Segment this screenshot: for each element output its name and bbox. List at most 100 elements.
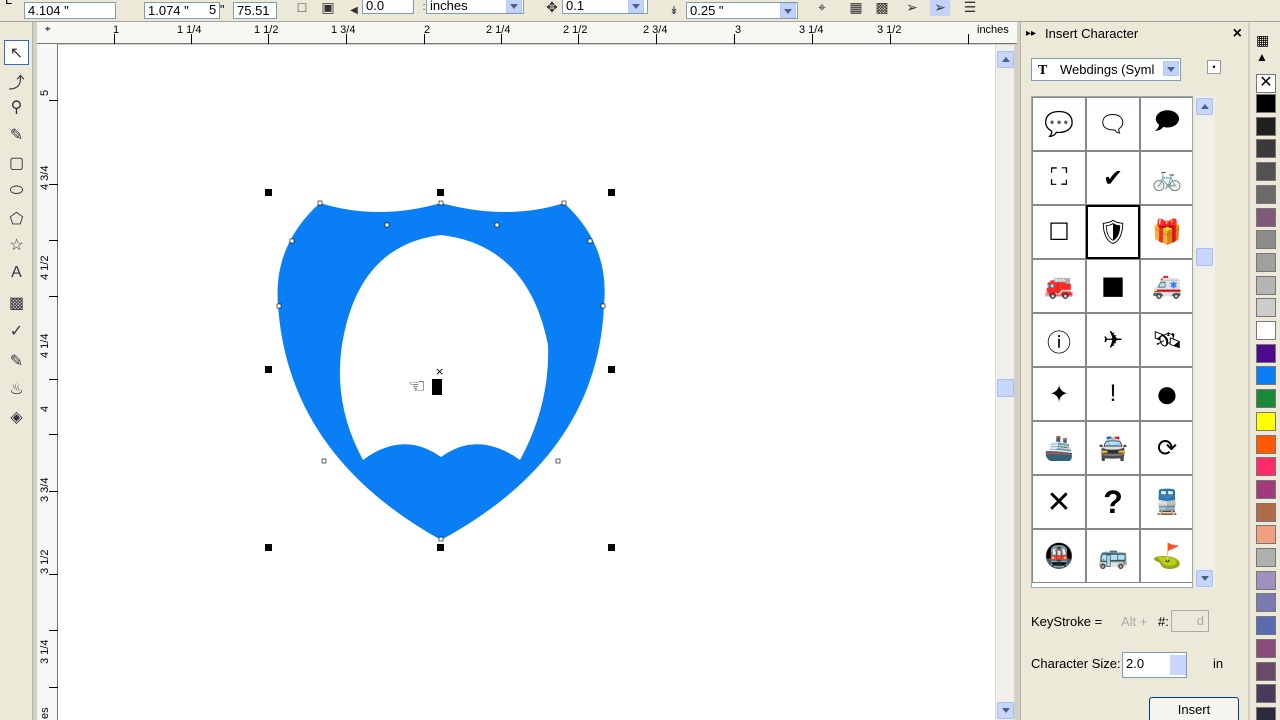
grid-scroll-up-icon[interactable] — [1196, 98, 1213, 115]
color-swatch[interactable] — [1256, 638, 1276, 658]
color-swatch[interactable] — [1256, 139, 1276, 159]
speech-bubble-icon[interactable]: 💬 — [1032, 97, 1086, 151]
color-swatch[interactable] — [1256, 548, 1276, 567]
no-fill-icon[interactable]: ✕ — [1256, 74, 1276, 93]
satellite-icon[interactable]: 🛰 — [1140, 313, 1192, 367]
star-tool-icon[interactable]: ☆ — [4, 232, 29, 257]
color-swatch[interactable] — [1256, 116, 1276, 136]
color-swatch[interactable] — [1256, 94, 1276, 113]
freehand-tool-icon[interactable]: ✎ — [4, 122, 29, 147]
treat-as-filled-icon[interactable]: ➢ — [902, 0, 922, 16]
checkmark-icon[interactable]: ✔ — [1086, 151, 1140, 205]
text-tool-icon[interactable]: A — [4, 260, 29, 285]
empty-square-icon[interactable]: ☐ — [1032, 205, 1086, 259]
color-swatch[interactable] — [1256, 661, 1276, 681]
grid-scroll-thumb[interactable] — [1196, 248, 1213, 266]
info-circle-icon[interactable]: ⓘ — [1032, 313, 1086, 367]
angle-field[interactable]: 0.0 — [362, 0, 414, 14]
color-swatch[interactable] — [1256, 321, 1276, 340]
scroll-down-arrow-icon[interactable] — [997, 702, 1014, 719]
pin-icon[interactable]: • — [1207, 60, 1221, 74]
keystroke-field[interactable]: d — [1171, 610, 1209, 632]
ship-icon[interactable]: 🚢 — [1032, 421, 1086, 475]
grid-scroll-down-icon[interactable] — [1196, 570, 1213, 587]
drawing-canvas[interactable]: ☜ × — [58, 45, 995, 720]
ruler-origin-icon[interactable]: ⌖ — [45, 24, 51, 35]
color-swatch[interactable] — [1256, 252, 1276, 272]
color-swatch[interactable] — [1256, 207, 1276, 227]
insert-button[interactable]: Insert — [1149, 697, 1239, 720]
color-swatch[interactable] — [1256, 411, 1276, 431]
font-dropdown-arrow[interactable] — [1163, 61, 1179, 76]
zoom-tool-icon[interactable]: ⚲ — [4, 94, 29, 119]
filled-circle-icon[interactable]: ● — [1140, 367, 1192, 421]
shield-icon[interactable]: 🛡 — [1086, 205, 1140, 259]
golf-flag-icon[interactable]: ⛳ — [1140, 529, 1192, 583]
snap-grid-icon[interactable]: ▦ — [846, 0, 866, 16]
pick-tool-icon[interactable]: ↖ — [4, 40, 29, 65]
units-dropdown-arrow[interactable] — [506, 0, 522, 13]
color-swatch[interactable] — [1256, 162, 1276, 182]
rectangle-tool-icon[interactable]: ▢ — [4, 150, 29, 175]
shape-tool-icon[interactable]: ⤴ — [4, 68, 29, 93]
font-select[interactable]: T Webdings (Syml — [1031, 58, 1181, 81]
fire-truck-icon[interactable]: 🚒 — [1032, 259, 1086, 313]
spin-down-icon[interactable] — [1170, 665, 1186, 675]
color-swatch[interactable] — [1256, 275, 1276, 295]
color-swatch[interactable] — [1256, 570, 1276, 590]
frame-brackets-icon[interactable]: ⛶ — [1032, 151, 1086, 205]
color-swatch[interactable] — [1256, 434, 1276, 454]
color-swatch[interactable] — [1256, 298, 1276, 318]
canvas-vertical-scrollbar[interactable] — [995, 45, 1014, 720]
color-swatch[interactable] — [1256, 457, 1276, 477]
polygon-tool-icon[interactable]: ⬠ — [4, 206, 29, 231]
duplicate-y-spinner[interactable] — [780, 3, 796, 18]
outline-tool-icon[interactable]: ✎ — [4, 348, 29, 373]
nudge-spinner[interactable] — [628, 0, 644, 13]
scroll-up-arrow-icon[interactable] — [997, 51, 1014, 68]
character-size-field[interactable]: 2.0 — [1122, 652, 1187, 678]
gift-box-icon[interactable]: 🎁 — [1140, 205, 1192, 259]
page-icon[interactable]: □ — [292, 0, 312, 16]
color-swatch[interactable] — [1256, 184, 1276, 204]
snap-icon[interactable]: ⌖ — [812, 0, 832, 16]
spin-up-icon[interactable] — [1170, 655, 1186, 665]
color-swatch[interactable] — [1256, 479, 1276, 499]
x-mark-icon[interactable]: ✕ — [1032, 475, 1086, 529]
police-car-icon[interactable]: 🚔 — [1086, 421, 1140, 475]
color-swatch[interactable] — [1256, 706, 1276, 720]
speech-bubbles-icon[interactable]: 🗨 — [1086, 97, 1140, 151]
close-icon[interactable]: × — [1233, 25, 1242, 43]
compass-star-icon[interactable]: ✦ — [1032, 367, 1086, 421]
eyedropper-tool-icon[interactable]: ✓ — [4, 318, 29, 343]
docker-expand-icon[interactable]: ▸▸ — [1026, 28, 1036, 39]
palette-scroll-up-icon[interactable]: ▲ — [1256, 50, 1268, 64]
color-swatch[interactable] — [1256, 525, 1276, 545]
color-swatch[interactable] — [1256, 616, 1276, 636]
ambulance-icon[interactable]: 🚑 — [1140, 259, 1192, 313]
scroll-thumb[interactable] — [997, 379, 1014, 397]
color-swatch[interactable] — [1256, 343, 1276, 363]
x-position-field[interactable]: 4.104 " — [24, 2, 116, 19]
color-swatch[interactable] — [1256, 684, 1276, 704]
airplane-icon[interactable]: ✈ — [1086, 313, 1140, 367]
color-swatch[interactable] — [1256, 593, 1276, 613]
options-icon[interactable]: ☰ — [960, 0, 980, 16]
page-landscape-icon[interactable]: ▣ — [318, 0, 338, 16]
question-mark-icon[interactable]: ? — [1086, 475, 1140, 529]
edit-fill-icon[interactable]: ➢ — [930, 0, 950, 16]
scale-field[interactable]: 75.51 — [233, 2, 277, 19]
metro-sign-icon[interactable]: 🚇 — [1032, 529, 1086, 583]
filled-square-icon[interactable]: ■ — [1086, 259, 1140, 313]
color-swatch[interactable] — [1256, 230, 1276, 250]
bus-icon[interactable]: 🚌 — [1086, 529, 1140, 583]
size-spinner[interactable] — [1170, 655, 1186, 675]
color-swatch[interactable] — [1256, 502, 1276, 522]
speech-bubbles-three-icon[interactable]: 🗩 — [1140, 97, 1192, 151]
interactive-fill-tool-icon[interactable]: ◈ — [4, 404, 29, 429]
train-icon[interactable]: 🚆 — [1140, 475, 1192, 529]
snap-objects-icon[interactable]: ▩ — [872, 0, 892, 16]
exclamation-figure-icon[interactable]: ! — [1086, 367, 1140, 421]
color-swatch[interactable] — [1256, 389, 1276, 409]
ellipse-tool-icon[interactable]: ⬭ — [4, 178, 29, 203]
